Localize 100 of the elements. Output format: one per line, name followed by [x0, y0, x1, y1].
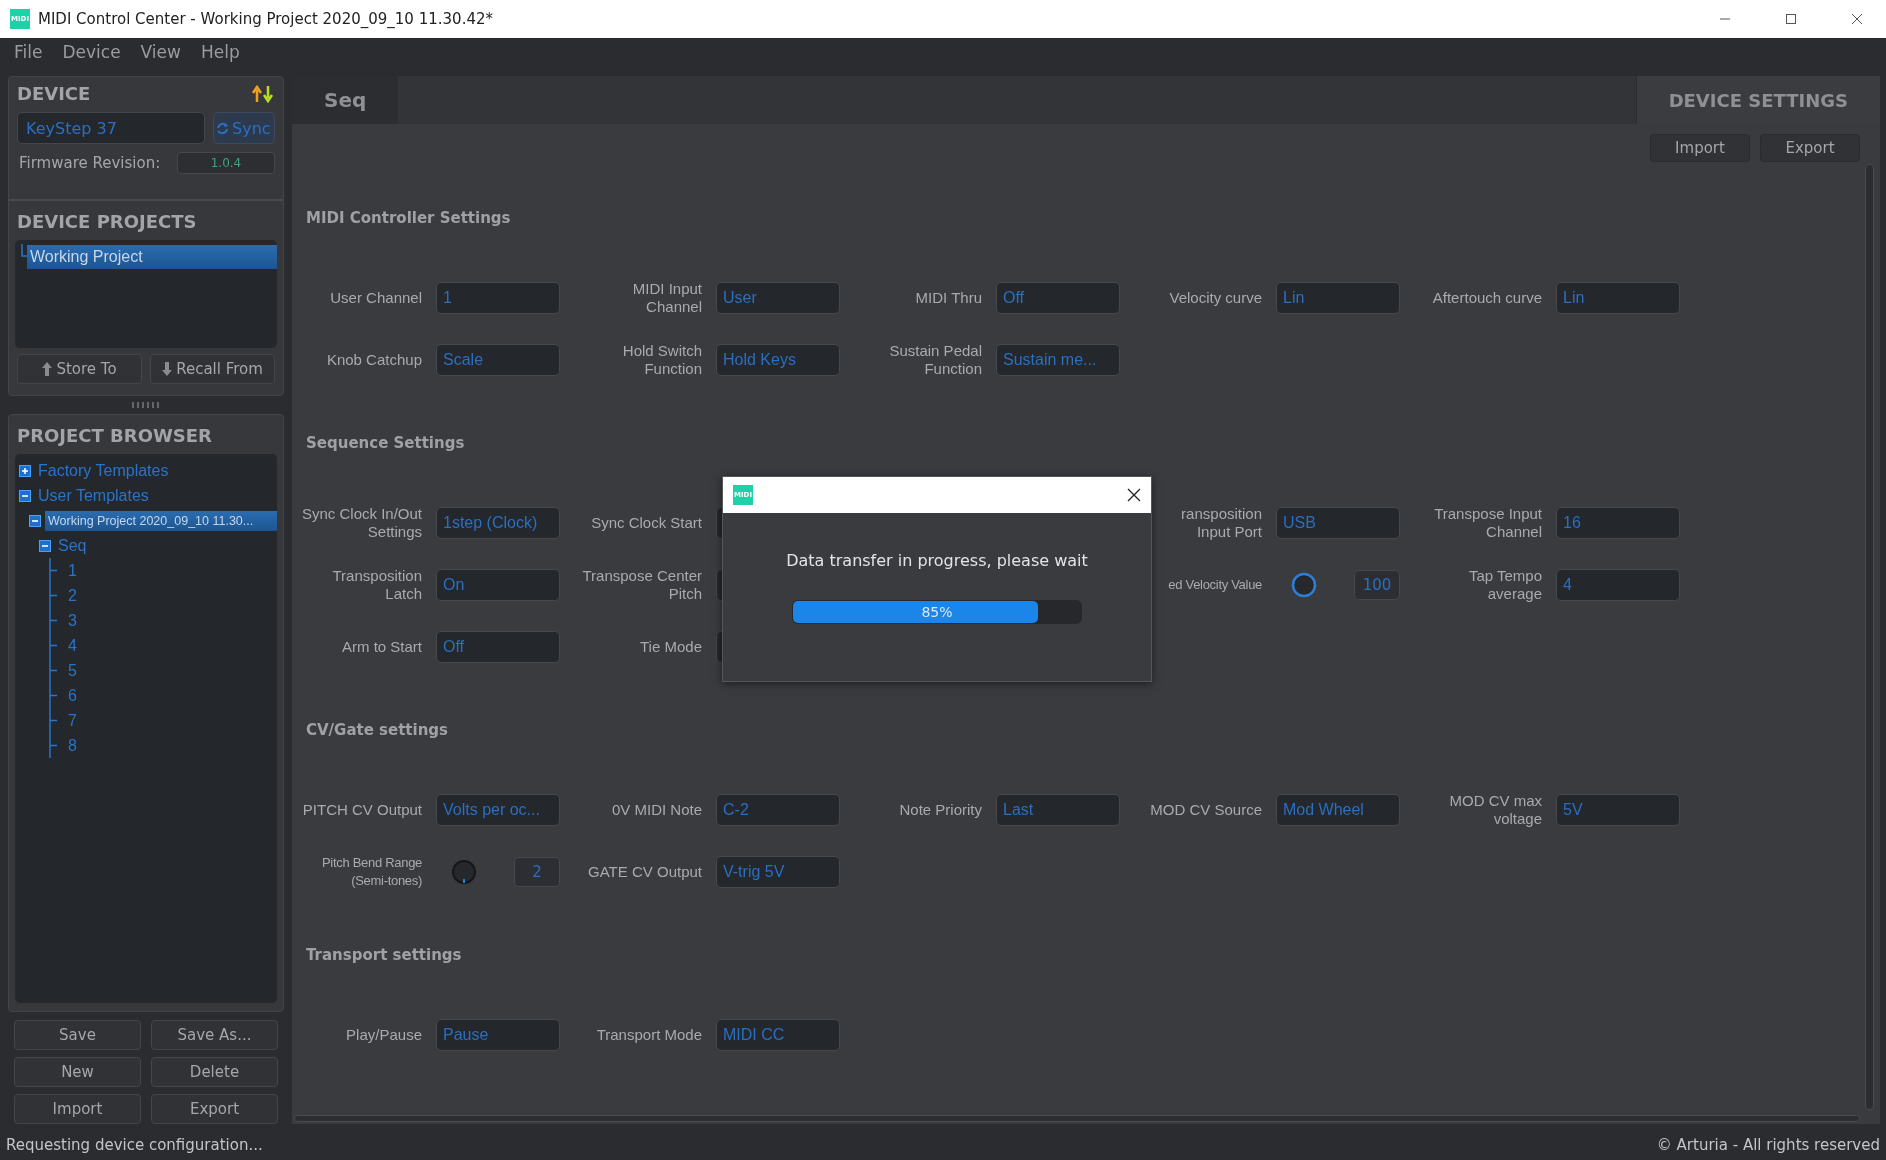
section-heading: MIDI Controller Settings — [306, 208, 511, 229]
dropdown-field[interactable]: 5V — [1556, 794, 1680, 826]
sidebar-button[interactable]: Export — [151, 1094, 278, 1124]
dropdown-field[interactable]: Mod Wheel — [1276, 794, 1400, 826]
setting-label: Pitch Bend Range (Semi-tones) — [322, 854, 422, 890]
setting-label: 0V MIDI Note — [611, 801, 702, 819]
dropdown-field[interactable]: Scale — [436, 344, 560, 376]
dropdown-field[interactable]: User — [716, 282, 840, 314]
value-field[interactable]: 2 — [514, 857, 560, 887]
tree-item[interactable]: Factory Templates — [35, 458, 172, 483]
dropdown-field[interactable]: On — [436, 569, 560, 601]
tree-item[interactable]: 3 — [65, 608, 80, 633]
sidebar-button[interactable]: Import — [14, 1094, 141, 1124]
toolbar-button[interactable]: Import — [1650, 134, 1750, 162]
setting-label: Play/Pause — [346, 1026, 422, 1044]
section-heading: CV/Gate settings — [306, 720, 449, 741]
menu-item[interactable]: View — [134, 42, 193, 62]
setting-label: Transposition Latch — [331, 567, 422, 603]
dropdown-field[interactable]: Off — [996, 282, 1120, 314]
tree-item[interactable]: 6 — [65, 683, 80, 708]
setting-label: MIDI Thru — [915, 289, 982, 307]
scrollbar[interactable] — [294, 1115, 1860, 1122]
tree-item[interactable]: 4 — [65, 633, 80, 658]
tree-item[interactable]: 1 — [65, 558, 80, 583]
collapse-icon[interactable] — [19, 489, 31, 502]
tree-line — [21, 244, 27, 257]
tab[interactable]: Seq — [292, 76, 399, 124]
setting-label: Tie Mode — [640, 638, 702, 656]
dropdown-field[interactable]: Lin — [1556, 282, 1680, 314]
setting-label: Aftertouch curve — [1432, 289, 1542, 307]
setting-label: Transport Mode — [596, 1026, 702, 1044]
splitter-grip-icon[interactable] — [132, 402, 160, 408]
refresh-icon — [216, 121, 229, 135]
value-field[interactable]: 100 — [1354, 570, 1400, 600]
recall-button[interactable]: Recall From — [150, 354, 275, 384]
menu-item[interactable]: Device — [56, 42, 133, 62]
dropdown-field[interactable]: V-trig 5V — [716, 856, 840, 888]
setting-label: ransposition Input Port — [1181, 505, 1262, 541]
setting-label: Note Priority — [899, 801, 982, 819]
setting-label: Knob Catchup — [326, 351, 422, 369]
dropdown-field[interactable]: Pause — [436, 1019, 560, 1051]
tree-item[interactable]: 8 — [65, 733, 80, 758]
dropdown-field[interactable]: 16 — [1556, 507, 1680, 539]
close-icon[interactable] — [1127, 488, 1141, 502]
tree-item[interactable]: 7 — [65, 708, 80, 733]
collapse-icon[interactable] — [29, 514, 41, 527]
dropdown-field[interactable]: 1step (Clock) — [436, 507, 560, 539]
expand-icon[interactable] — [19, 464, 31, 477]
setting-label: ed Velocity Value — [1168, 576, 1262, 594]
device-field[interactable]: KeyStep 37 — [17, 112, 205, 144]
tree-item[interactable]: Seq — [55, 533, 90, 558]
setting-label: Tap Tempo average — [1467, 567, 1542, 603]
copyright-text: © Arturia - All rights reserved — [1656, 1136, 1880, 1154]
tree-item[interactable]: User Templates — [35, 483, 152, 508]
menu-item[interactable]: Help — [194, 42, 252, 62]
dropdown-field[interactable]: MIDI CC — [716, 1019, 840, 1051]
setting-label: Arm to Start — [341, 638, 422, 656]
dropdown-field[interactable]: Sustain me... — [996, 344, 1120, 376]
collapse-icon[interactable] — [39, 539, 51, 552]
project-item[interactable]: Working Project — [27, 244, 277, 269]
menu-item[interactable]: File — [8, 42, 55, 62]
arrow-down-icon — [162, 362, 173, 376]
setting-label: MIDI Input Channel — [631, 280, 702, 316]
setting-label: Transpose Center Pitch — [582, 567, 702, 603]
sync-button[interactable]: Sync — [213, 112, 275, 144]
progress-reading: 85% — [921, 604, 953, 620]
arrow-up-icon — [42, 362, 53, 376]
sidebar-button[interactable]: Save — [14, 1020, 141, 1050]
setting-label: GATE CV Output — [588, 863, 702, 881]
sidebar-button[interactable]: New — [14, 1057, 141, 1087]
dropdown-field[interactable]: Volts per oc... — [436, 794, 560, 826]
dropdown-field[interactable]: Lin — [1276, 282, 1400, 314]
setting-label: Transpose Input Channel — [1434, 505, 1542, 541]
maximize-icon[interactable] — [1785, 13, 1797, 25]
tree-item[interactable]: Working Project 2020_09_10 11.30... — [45, 510, 277, 531]
close-icon[interactable] — [1851, 13, 1863, 25]
toolbar-button[interactable]: Export — [1760, 134, 1860, 162]
firmware-field: 1.0.4 — [177, 152, 275, 174]
dropdown-field[interactable]: USB — [1276, 507, 1400, 539]
firmware-label: Firmware Revision: — [19, 154, 161, 172]
sidebar-button[interactable]: Save As... — [151, 1020, 278, 1050]
panel-heading: PROJECT BROWSER — [17, 425, 212, 446]
tab[interactable]: DEVICE SETTINGS — [1635, 76, 1880, 124]
dropdown-field[interactable]: 1 — [436, 282, 560, 314]
sidebar-button[interactable]: Delete — [151, 1057, 278, 1087]
setting-label: User Channel — [330, 289, 422, 307]
tree-item[interactable]: 5 — [65, 658, 80, 683]
dropdown-field[interactable]: Hold Keys — [716, 344, 840, 376]
dropdown-field[interactable]: C-2 — [716, 794, 840, 826]
store-button[interactable]: Store To — [17, 354, 142, 384]
tree-item[interactable]: 2 — [65, 583, 80, 608]
scrollbar[interactable] — [1865, 164, 1874, 1110]
panel-heading: DEVICE — [17, 83, 91, 104]
section-heading: Sequence Settings — [306, 433, 465, 454]
dropdown-field[interactable]: 4 — [1556, 569, 1680, 601]
knob-icon[interactable] — [1290, 571, 1318, 599]
dropdown-field[interactable]: Off — [436, 631, 560, 663]
setting-label: Velocity curve — [1169, 289, 1262, 307]
setting-label: Sync Clock In/Out Settings — [301, 505, 422, 541]
dropdown-field[interactable]: Last — [996, 794, 1120, 826]
